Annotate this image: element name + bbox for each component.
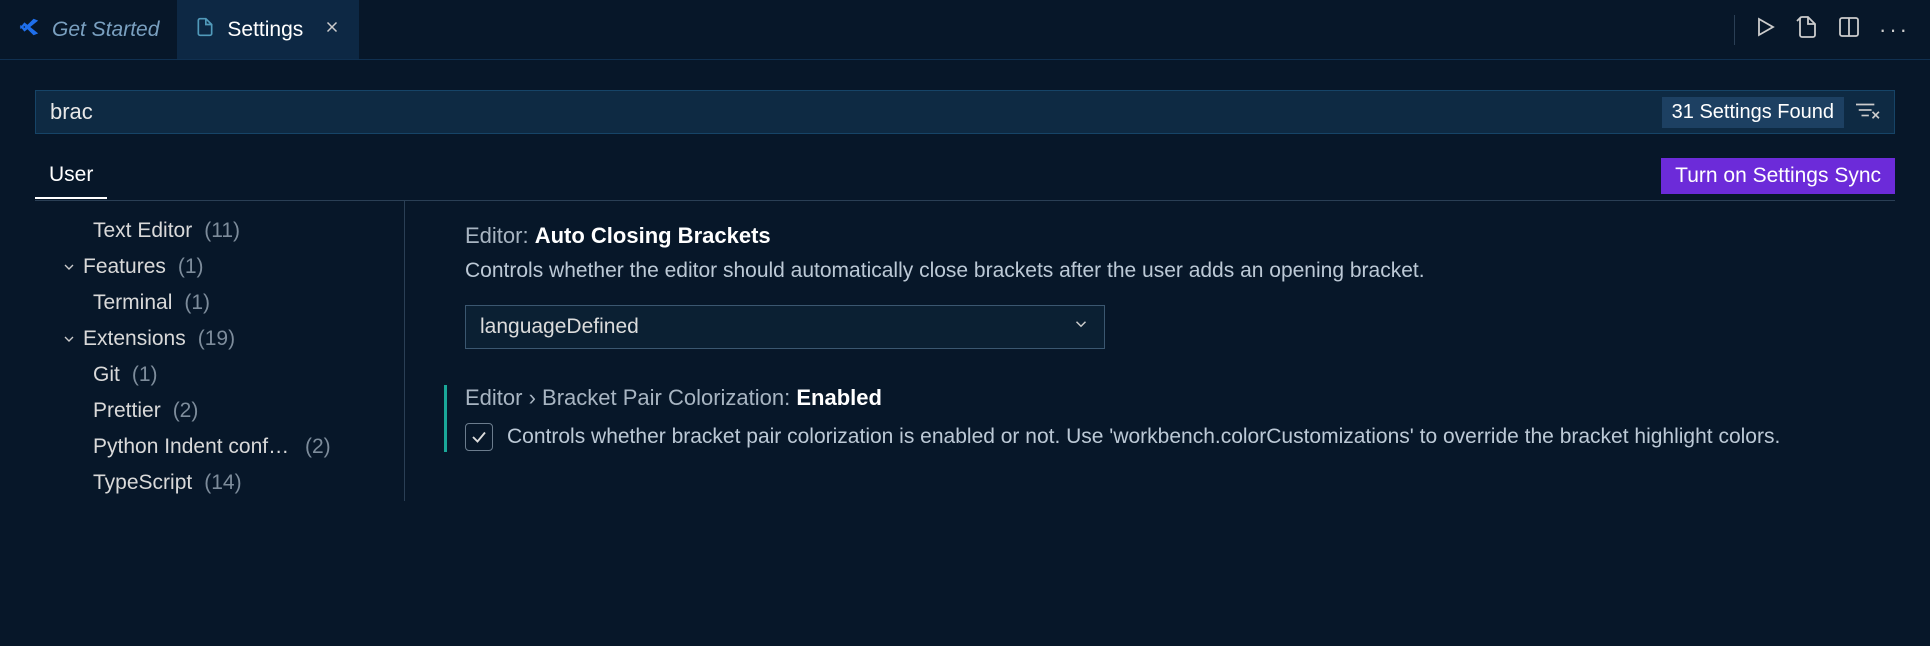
turn-on-settings-sync-button[interactable]: Turn on Settings Sync (1661, 158, 1895, 194)
scope-user-tab[interactable]: User (35, 153, 107, 199)
tab-settings[interactable]: Settings (177, 0, 359, 59)
toc-item-features[interactable]: Features (1) (35, 249, 404, 285)
chevron-down-icon (61, 259, 77, 275)
toc-count: (2) (305, 435, 331, 459)
chevron-down-icon (61, 331, 77, 347)
toc-label: Python Indent configuration (93, 435, 293, 459)
setting-title: Editor › Bracket Pair Colorization: Enab… (465, 385, 1890, 411)
toc-item-typescript[interactable]: TypeScript (14) (35, 465, 404, 501)
toc-count: (1) (132, 363, 158, 387)
tab-label: Settings (227, 18, 303, 42)
open-changes-icon[interactable] (1795, 15, 1819, 44)
setting-auto-closing-brackets: Editor: Auto Closing Brackets Controls w… (465, 223, 1890, 349)
settings-scope-row: User Turn on Settings Sync (0, 152, 1930, 200)
toc-label: Prettier (93, 399, 161, 423)
more-icon[interactable]: ··· (1879, 17, 1910, 43)
setting-description: Controls whether bracket pair colorizati… (507, 421, 1780, 453)
split-editor-icon[interactable] (1837, 15, 1861, 44)
toc-label: Extensions (83, 327, 186, 351)
run-icon[interactable] (1753, 15, 1777, 44)
setting-title: Editor: Auto Closing Brackets (465, 223, 1890, 249)
toc-label: Text Editor (93, 219, 192, 243)
toc-count: (2) (173, 399, 199, 423)
setting-name: Enabled (796, 385, 882, 410)
toc-label: Terminal (93, 291, 172, 315)
tab-actions: ··· (1734, 15, 1930, 45)
setting-name: Auto Closing Brackets (535, 223, 771, 248)
close-icon[interactable] (323, 18, 341, 42)
toc-count: (14) (204, 471, 241, 495)
toc-label: Features (83, 255, 166, 279)
select-value: languageDefined (480, 315, 639, 339)
tab-get-started[interactable]: Get Started (0, 0, 177, 59)
settings-toc: Text Editor (11) Features (1) Terminal (… (35, 201, 405, 501)
toc-item-extensions[interactable]: Extensions (19) (35, 321, 404, 357)
settings-search-input[interactable] (36, 91, 1662, 133)
toc-count: (1) (184, 291, 210, 315)
toc-count: (11) (204, 219, 240, 243)
settings-body: Text Editor (11) Features (1) Terminal (… (35, 201, 1930, 501)
chevron-down-icon (1072, 315, 1090, 339)
editor-tab-bar: Get Started Settings (0, 0, 1930, 60)
toc-item-git[interactable]: Git (1) (35, 357, 404, 393)
clear-filter-icon[interactable] (1854, 99, 1894, 126)
toc-item-prettier[interactable]: Prettier (2) (35, 393, 404, 429)
auto-closing-brackets-select[interactable]: languageDefined (465, 305, 1105, 349)
checkbox-row: Controls whether bracket pair colorizati… (465, 421, 1890, 453)
file-icon (195, 17, 215, 43)
toc-label: Git (93, 363, 120, 387)
toc-count: (19) (198, 327, 235, 351)
bracket-pair-checkbox[interactable] (465, 423, 493, 451)
settings-content: Editor: Auto Closing Brackets Controls w… (405, 201, 1930, 501)
toc-label: TypeScript (93, 471, 192, 495)
divider (1734, 15, 1735, 45)
setting-prefix: Editor: (465, 223, 535, 248)
setting-bracket-pair-colorization: Editor › Bracket Pair Colorization: Enab… (444, 385, 1890, 453)
toc-item-python-indent[interactable]: Python Indent configuration (2) (35, 429, 404, 465)
settings-found-count: 31 Settings Found (1662, 97, 1844, 128)
setting-description: Controls whether the editor should autom… (465, 255, 1890, 287)
toc-item-terminal[interactable]: Terminal (1) (35, 285, 404, 321)
settings-search-container: 31 Settings Found (35, 90, 1895, 134)
toc-item-text-editor[interactable]: Text Editor (11) (35, 213, 404, 249)
setting-prefix: Editor › Bracket Pair Colorization: (465, 385, 796, 410)
toc-count: (1) (178, 255, 204, 279)
vscode-icon (18, 16, 40, 44)
tab-label: Get Started (52, 18, 159, 42)
